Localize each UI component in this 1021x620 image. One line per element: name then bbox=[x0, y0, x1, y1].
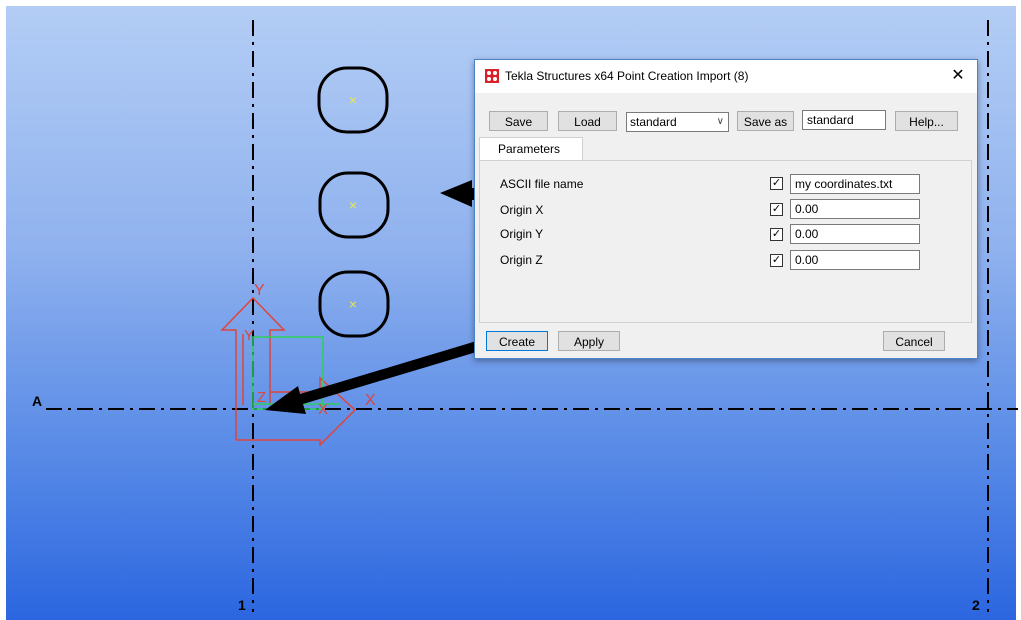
load-button[interactable]: Load bbox=[558, 111, 617, 131]
grid-label-2: 2 bbox=[972, 597, 980, 613]
apply-button[interactable]: Apply bbox=[558, 331, 620, 351]
param-checkbox-ascii-file[interactable]: ✓ bbox=[770, 177, 783, 190]
dialog-title: Tekla Structures x64 Point Creation Impo… bbox=[505, 69, 749, 83]
create-button[interactable]: Create bbox=[486, 331, 548, 351]
save-as-button[interactable]: Save as bbox=[737, 111, 794, 131]
preset-dropdown[interactable]: standard ∨ bbox=[626, 112, 729, 132]
param-checkbox-origin-x[interactable]: ✓ bbox=[770, 203, 783, 216]
param-label-ascii-file: ASCII file name bbox=[500, 177, 584, 191]
param-label-origin-z: Origin Z bbox=[500, 253, 543, 267]
param-label-origin-y: Origin Y bbox=[500, 227, 544, 241]
close-icon[interactable]: ✕ bbox=[945, 64, 971, 88]
point-marker: × bbox=[349, 296, 357, 312]
chevron-down-icon: ∨ bbox=[716, 116, 724, 127]
save-as-name-field[interactable]: standard bbox=[802, 110, 886, 130]
parameters-panel: ASCII file name ✓ my coordinates.txt Ori… bbox=[479, 160, 972, 323]
help-button[interactable]: Help... bbox=[895, 111, 958, 131]
point-marker: × bbox=[349, 197, 357, 213]
param-label-origin-x: Origin X bbox=[500, 203, 544, 217]
grid-label-a: A bbox=[32, 393, 43, 409]
z-label: Z bbox=[257, 389, 266, 406]
point-creation-import-dialog: Tekla Structures x64 Point Creation Impo… bbox=[474, 59, 978, 359]
preset-value: standard bbox=[630, 115, 677, 129]
origin-x-field[interactable]: 0.00 bbox=[790, 199, 920, 219]
ascii-file-name-field[interactable]: my coordinates.txt bbox=[790, 174, 920, 194]
origin-y-field[interactable]: 0.00 bbox=[790, 224, 920, 244]
y-label-inner: Y bbox=[244, 327, 254, 344]
param-checkbox-origin-z[interactable]: ✓ bbox=[770, 254, 783, 267]
x-label: X bbox=[365, 392, 376, 409]
origin-z-field[interactable]: 0.00 bbox=[790, 250, 920, 270]
grid-label-1: 1 bbox=[238, 597, 246, 613]
x-label-inner: X bbox=[318, 401, 328, 418]
cancel-button[interactable]: Cancel bbox=[883, 331, 945, 351]
point-1[interactable]: × bbox=[317, 66, 389, 134]
title-bar[interactable]: Tekla Structures x64 Point Creation Impo… bbox=[475, 60, 977, 93]
point-2[interactable]: × bbox=[318, 171, 390, 239]
save-button[interactable]: Save bbox=[489, 111, 548, 131]
param-checkbox-origin-y[interactable]: ✓ bbox=[770, 228, 783, 241]
point-marker: × bbox=[349, 92, 357, 108]
tab-parameters[interactable]: Parameters bbox=[479, 137, 583, 161]
point-3[interactable]: × bbox=[318, 270, 390, 338]
y-label: Y bbox=[254, 282, 265, 299]
tekla-app-icon bbox=[485, 69, 499, 83]
